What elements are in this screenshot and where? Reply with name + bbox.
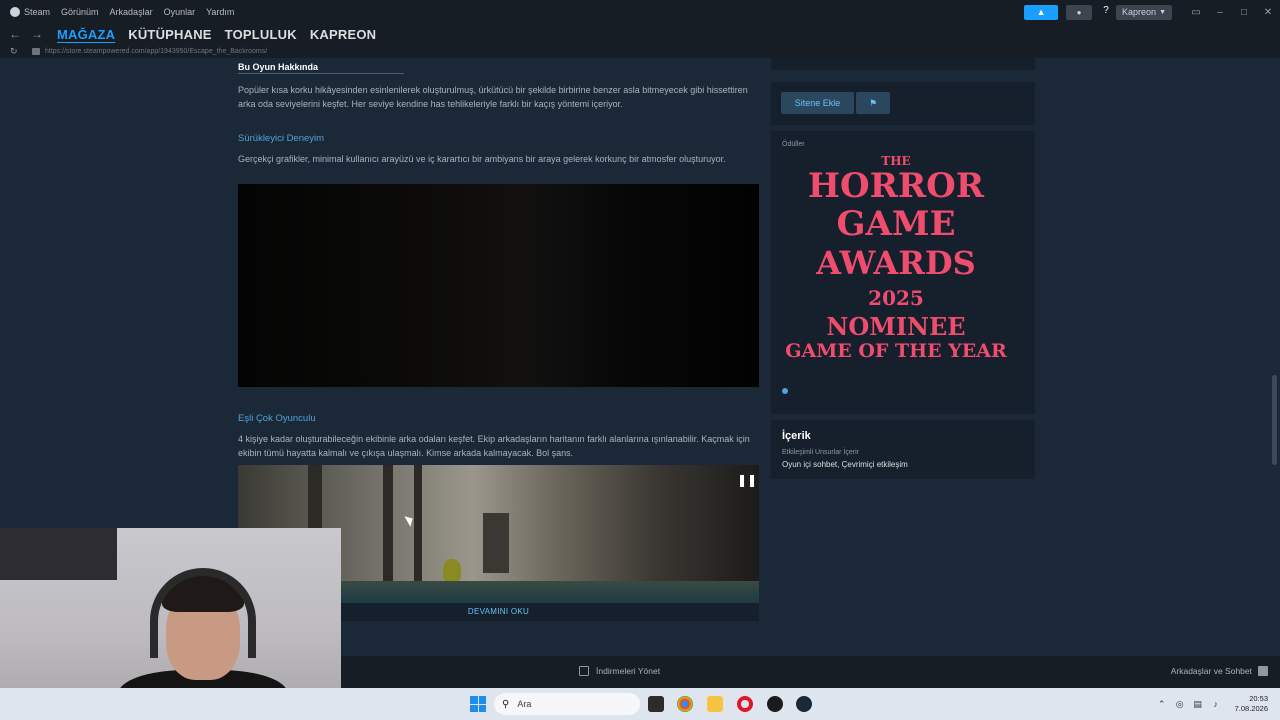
- chevron-up-icon[interactable]: ⌃: [1153, 699, 1171, 710]
- video-door: [483, 513, 509, 573]
- windows-taskbar: ⚲ Ara ⌃ ◎ ▤ ♪ 20:53 7.08.2026: [0, 688, 1280, 720]
- task-view-icon[interactable]: [648, 696, 664, 712]
- sidebar-panel-top: [771, 58, 1035, 70]
- chrome-icon[interactable]: [677, 696, 693, 712]
- section-coop-text: 4 kişiye kadar oluşturabileceğin ekibinl…: [238, 434, 750, 458]
- award-link-icon[interactable]: [782, 388, 788, 394]
- file-explorer-icon[interactable]: [707, 696, 723, 712]
- close-icon[interactable]: ✕: [1256, 7, 1280, 18]
- award-line-awards: AWARDS: [816, 244, 976, 282]
- maximize-icon[interactable]: □: [1232, 7, 1256, 18]
- menu-help[interactable]: Yardım: [206, 7, 234, 17]
- menu-games[interactable]: Oyunlar: [164, 7, 196, 17]
- obs-icon[interactable]: [767, 696, 783, 712]
- wall-poster: [0, 528, 117, 580]
- system-tray: ⌃ ◎ ▤ ♪ 20:53 7.08.2026: [1153, 688, 1280, 720]
- minimize-icon[interactable]: –: [1208, 7, 1232, 18]
- flag-button[interactable]: ⚑: [856, 92, 890, 114]
- award-line-game: GAME: [836, 204, 956, 244]
- clock-date: 7.08.2026: [1234, 704, 1268, 713]
- content-value: Oyun içi sohbet, Çevrimiçi etkileşim: [782, 460, 908, 469]
- back-arrow-icon[interactable]: ←: [8, 27, 22, 41]
- taskbar-clock[interactable]: 20:53 7.08.2026: [1235, 694, 1268, 714]
- tab-community[interactable]: TOPLULUK: [225, 27, 297, 42]
- gameplay-video-dark[interactable]: [238, 184, 759, 387]
- account-name: Kapreon: [1122, 7, 1157, 17]
- steam-navbar: ← → MAĞAZA KÜTÜPHANE TOPLULUK KAPREON: [0, 24, 1280, 44]
- download-icon: [579, 666, 589, 676]
- horror-game-awards-badge[interactable]: THE HORROR GAME AWARDS 2025 NOMINEE GAME…: [781, 152, 1011, 372]
- friends-icon: [1258, 666, 1268, 676]
- menu-view[interactable]: Görünüm: [61, 7, 99, 17]
- tab-store[interactable]: MAĞAZA: [57, 27, 115, 42]
- about-text: Popüler kısa korku hikâyesinden esinleni…: [238, 85, 748, 109]
- friends-chat-button[interactable]: Arkadaşlar ve Sohbet: [1171, 666, 1268, 676]
- help-icon[interactable]: ?: [1100, 5, 1112, 20]
- steam-logo-icon: [10, 7, 20, 17]
- video-figure: [443, 559, 461, 581]
- content-title: İçerik: [782, 430, 811, 442]
- microphone-icon[interactable]: ◎: [1171, 699, 1189, 710]
- windows-start-icon[interactable]: [470, 696, 486, 712]
- big-picture-icon[interactable]: ▭: [1184, 7, 1208, 18]
- content-subtitle: Etkileşimli Unsurlar İçerir: [782, 449, 860, 456]
- lock-icon: [32, 47, 40, 55]
- section-immersive-title: Sürükleyici Deneyim: [238, 133, 325, 144]
- chevron-down-icon: ▼: [1159, 8, 1166, 16]
- about-title: Bu Oyun Hakkında: [238, 62, 319, 72]
- steam-taskbar-icon[interactable]: [796, 696, 812, 712]
- flag-icon: ⚑: [868, 98, 878, 108]
- steam-menubar: Steam Görünüm Arkadaşlar Oyunlar Yardım …: [0, 0, 1280, 24]
- url-text[interactable]: https://store.steampowered.com/app/19439…: [45, 48, 267, 55]
- add-to-site-button[interactable]: Sitene Ekle: [781, 92, 854, 114]
- about-divider: [238, 73, 404, 74]
- award-line-horror: HORROR: [807, 166, 985, 206]
- bell-icon[interactable]: ●: [1066, 4, 1093, 20]
- account-button[interactable]: Kapreon ▼: [1116, 4, 1172, 20]
- section-coop-title: Eşli Çok Oyunculu: [238, 413, 316, 424]
- search-icon: ⚲: [502, 698, 510, 710]
- megaphone-icon[interactable]: ▲: [1024, 4, 1059, 20]
- taskbar-search[interactable]: ⚲ Ara: [494, 693, 640, 715]
- opera-icon[interactable]: [737, 696, 753, 712]
- volume-icon[interactable]: ♪: [1207, 699, 1225, 709]
- scrollbar-thumb[interactable]: [1272, 375, 1277, 465]
- headset: [150, 568, 256, 658]
- friends-chat-label: Arkadaşlar ve Sohbet: [1170, 666, 1252, 676]
- menu-friends[interactable]: Arkadaşlar: [110, 7, 153, 17]
- forward-arrow-icon[interactable]: →: [30, 27, 44, 41]
- network-icon[interactable]: ▤: [1189, 699, 1207, 710]
- section-immersive-text: Gerçekçi grafikler, minimal kullanıcı ar…: [238, 154, 726, 164]
- url-bar: ↻ https://store.steampowered.com/app/194…: [0, 44, 1280, 58]
- tab-library[interactable]: KÜTÜPHANE: [128, 27, 211, 42]
- pause-icon[interactable]: ❚❚: [737, 473, 757, 487]
- manage-downloads-label: İndirmeleri Yönet: [596, 666, 661, 676]
- manage-downloads-button[interactable]: İndirmeleri Yönet: [579, 666, 660, 676]
- award-line-year: 2025: [868, 286, 924, 310]
- awards-label: Ödüller: [782, 141, 805, 148]
- clock-time: 20:53: [1249, 694, 1268, 703]
- tab-profile[interactable]: KAPREON: [310, 27, 376, 42]
- award-line-goty: GAME OF THE YEAR: [785, 340, 1007, 362]
- taskbar-search-placeholder: Ara: [517, 699, 532, 709]
- award-line-nominee: NOMINEE: [826, 312, 966, 341]
- menu-steam[interactable]: Steam: [24, 7, 50, 17]
- reload-icon[interactable]: ↻: [10, 46, 22, 57]
